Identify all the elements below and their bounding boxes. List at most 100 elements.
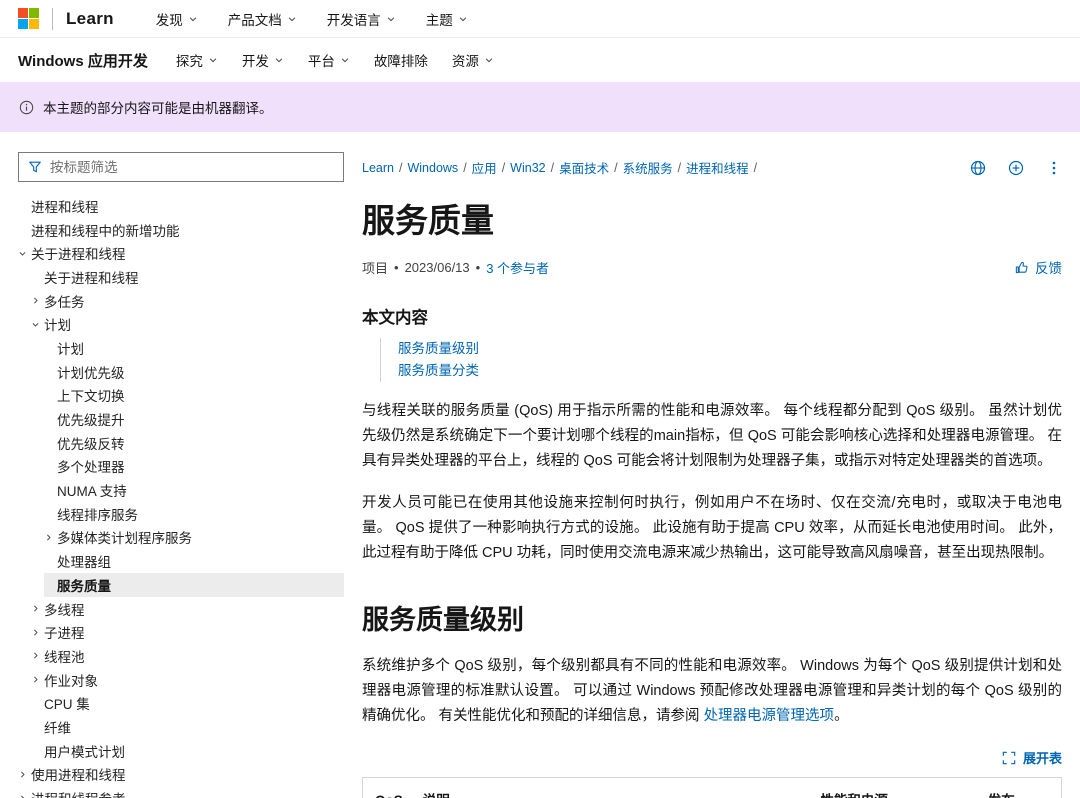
global-nav-item[interactable]: 发现 — [156, 9, 198, 29]
sidebar-item[interactable]: 多线程 — [31, 597, 344, 621]
sidebar-item[interactable]: 关于进程和线程 — [18, 241, 344, 265]
sidebar-item[interactable]: 计划优先级 — [44, 360, 344, 384]
in-article-link[interactable]: 服务质量分类 — [398, 363, 479, 378]
breadcrumb-separator: / — [609, 161, 622, 175]
title-filter[interactable] — [18, 152, 344, 182]
filter-input[interactable] — [50, 160, 334, 175]
breadcrumb-link[interactable]: Windows — [407, 161, 458, 175]
article-paragraph: 开发人员可能已在使用其他设施来控制何时执行，例如用户不在场时、仅在交流/充电时，… — [362, 491, 1062, 566]
sidebar-item[interactable]: 上下文切换 — [44, 384, 344, 408]
site-nav-item[interactable]: 资源 — [452, 50, 494, 70]
article-meta: 项目 • 2023/06/13 • 3 个参与者 反馈 — [362, 257, 1062, 277]
site-nav-items: 探究 开发 平台 故障排除 资源 — [176, 50, 518, 70]
sidebar-item-label: 关于进程和线程 — [44, 267, 139, 287]
table-header-cell: QoS 级别 — [363, 778, 413, 798]
breadcrumb-link[interactable]: 系统服务 — [623, 158, 673, 177]
section-paragraph: 系统维护多个 QoS 级别，每个级别都具有不同的性能和电源效率。 Windows… — [362, 654, 1062, 729]
sidebar-item-label: 优先级提升 — [57, 409, 125, 429]
more-actions-icon[interactable] — [1046, 160, 1062, 176]
translation-banner: 本主题的部分内容可能是由机器翻译。 — [0, 82, 1080, 132]
site-nav-item[interactable]: 平台 — [308, 50, 350, 70]
breadcrumb-item: 桌面技术/ — [559, 158, 623, 177]
sidebar-item[interactable]: 作业对象 — [31, 668, 344, 692]
chevron-right-icon — [31, 675, 40, 684]
chevron-down-icon — [386, 14, 396, 24]
in-article-list-item: 服务质量级别 — [398, 338, 1062, 360]
microsoft-logo[interactable] — [18, 8, 39, 29]
sidebar-item[interactable]: 子进程 — [31, 620, 344, 644]
chevron-down-icon — [484, 55, 494, 65]
chevron-right-icon — [18, 794, 27, 798]
sidebar-item[interactable]: 优先级提升 — [44, 407, 344, 431]
sidebar-item[interactable]: 优先级反转 — [44, 431, 344, 455]
site-nav-item[interactable]: 探究 — [176, 50, 218, 70]
breadcrumb-link[interactable]: 桌面技术 — [559, 158, 609, 177]
sidebar-item[interactable]: 进程和线程参考 — [18, 786, 344, 798]
sidebar-item[interactable]: 使用进程和线程 — [18, 763, 344, 787]
sidebar-item[interactable]: 计划 — [44, 336, 344, 360]
sidebar-item[interactable]: 关于进程和线程 — [31, 265, 344, 289]
sidebar-item-label: 用户模式计划 — [44, 741, 125, 761]
global-nav-item-label: 产品文档 — [228, 9, 282, 29]
toc-chevron — [31, 604, 44, 613]
sidebar-item[interactable]: 处理器组 — [44, 549, 344, 573]
chevron-right-icon — [18, 770, 27, 779]
sidebar-item[interactable]: 进程和线程中的新增功能 — [18, 218, 344, 242]
globe-icon[interactable] — [970, 160, 986, 176]
global-nav-item-label: 发现 — [156, 9, 183, 29]
global-nav-item[interactable]: 开发语言 — [327, 9, 396, 29]
chevron-down-icon — [18, 249, 27, 258]
breadcrumb-link[interactable]: 应用 — [472, 158, 497, 177]
sidebar-item[interactable]: 线程排序服务 — [44, 502, 344, 526]
breadcrumb-link[interactable]: Win32 — [510, 161, 545, 175]
feedback-button[interactable]: 反馈 — [1014, 257, 1062, 277]
sidebar-item[interactable]: CPU 集 — [31, 691, 344, 715]
breadcrumb-separator: / — [673, 161, 686, 175]
sidebar-item[interactable]: 纤维 — [31, 715, 344, 739]
article-content: Learn/Windows/应用/Win32/桌面技术/系统服务/进程和线程/ — [360, 132, 1080, 798]
site-nav-item[interactable]: 开发 — [242, 50, 284, 70]
toc-chevron — [44, 533, 57, 542]
global-nav-item-label: 开发语言 — [327, 9, 381, 29]
sidebar-item[interactable]: 多个处理器 — [44, 455, 344, 479]
sidebar-item-label: 计划 — [44, 314, 71, 334]
site-nav-item[interactable]: 故障排除 — [374, 50, 428, 70]
sidebar-item[interactable]: 用户模式计划 — [31, 739, 344, 763]
breadcrumb-separator: / — [497, 161, 510, 175]
breadcrumb-link[interactable]: 进程和线程 — [686, 158, 749, 177]
learn-brand[interactable]: Learn — [66, 9, 114, 29]
table-header-cell: 性能和电源 — [810, 778, 977, 798]
toc-sidebar: 进程和线程进程和线程中的新增功能关于进程和线程关于进程和线程多任务计划计划计划优… — [0, 132, 360, 798]
sidebar-item-current[interactable]: 服务质量 — [44, 573, 344, 597]
global-nav-item[interactable]: 产品文档 — [228, 9, 297, 29]
toc-chevron — [31, 675, 44, 684]
chevron-down-icon — [31, 320, 40, 329]
contributors-link[interactable]: 3 个参与者 — [486, 258, 549, 277]
section-paragraph-link[interactable]: 处理器电源管理选项 — [704, 708, 835, 724]
sidebar-item[interactable]: 进程和线程 — [18, 194, 344, 218]
sidebar-item-label: 处理器组 — [57, 551, 111, 571]
article-paragraph: 与线程关联的服务质量 (QoS) 用于指示所需的性能和电源效率。 每个线程都分配… — [362, 399, 1062, 474]
sidebar-item-label: 使用进程和线程 — [31, 764, 126, 784]
breadcrumb-link[interactable]: Learn — [362, 161, 394, 175]
global-nav-item[interactable]: 主题 — [426, 9, 468, 29]
expand-table-button[interactable]: 展开表 — [362, 748, 1062, 767]
site-nav-item-label: 探究 — [176, 50, 203, 70]
site-title[interactable]: Windows 应用开发 — [18, 50, 148, 71]
sidebar-item[interactable]: 多媒体类计划程序服务 — [44, 526, 344, 550]
sidebar-item[interactable]: NUMA 支持 — [44, 478, 344, 502]
global-nav: Learn 发现 产品文档 开发语言 主题 — [0, 0, 1080, 38]
add-circle-icon[interactable] — [1008, 160, 1024, 176]
sidebar-item-label: 计划优先级 — [57, 362, 125, 382]
logo-square-green — [29, 8, 39, 18]
toc-chevron — [18, 794, 31, 798]
sidebar-item[interactable]: 多任务 — [31, 289, 344, 313]
sidebar-item[interactable]: 线程池 — [31, 644, 344, 668]
sidebar-item-label: CPU 集 — [44, 693, 90, 713]
chevron-down-icon — [287, 14, 297, 24]
logo-square-red — [18, 8, 28, 18]
breadcrumb-item: 进程和线程/ — [686, 158, 762, 177]
toc-chevron — [18, 770, 31, 779]
sidebar-item[interactable]: 计划 — [31, 312, 344, 336]
in-article-link[interactable]: 服务质量级别 — [398, 341, 479, 356]
